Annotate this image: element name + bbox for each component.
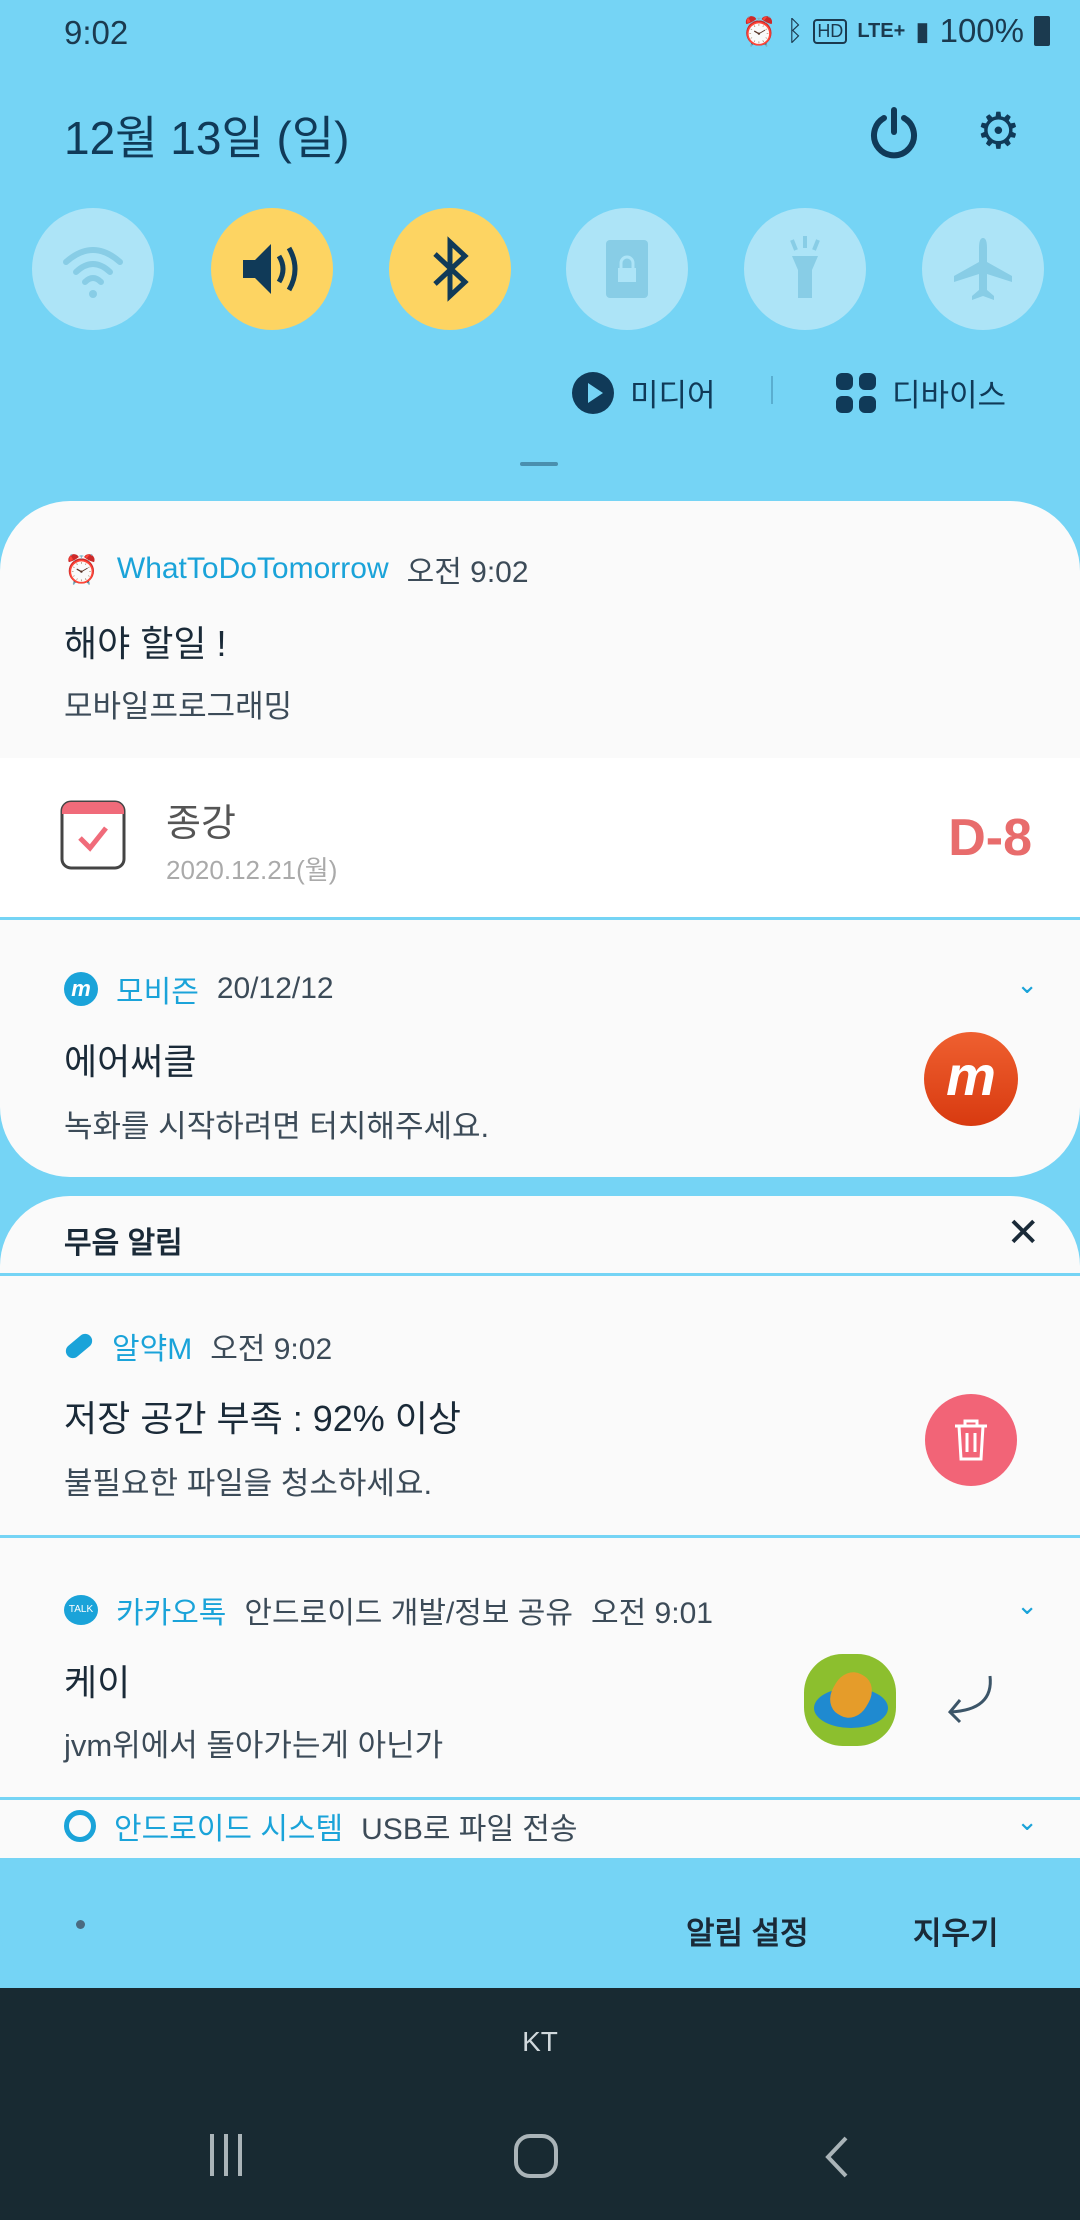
devices-label: 디바이스 xyxy=(892,378,1007,413)
toggle-screen-lock[interactable] xyxy=(566,208,688,330)
chat-room: 안드로이드 개발/정보 공유 xyxy=(244,1597,574,1630)
airplane-icon xyxy=(954,238,1012,300)
app-name: WhatToDoTomorrow xyxy=(116,552,389,585)
notification-title: 해야 할일 ! xyxy=(64,623,227,664)
pill-icon xyxy=(63,1330,95,1362)
notification-title: 케이 xyxy=(64,1662,131,1703)
notification-time: 오전 9:02 xyxy=(406,556,529,589)
silent-header: 무음 알림 xyxy=(64,1227,183,1260)
dday-title: 종강 xyxy=(166,803,236,845)
carrier-label: KT xyxy=(522,2026,558,2057)
play-icon xyxy=(572,371,614,414)
power-icon xyxy=(871,107,917,159)
toggle-wifi[interactable] xyxy=(32,208,154,330)
divider xyxy=(0,917,1080,920)
notification-text: jvm위에서 돌아가는게 아닌가 xyxy=(64,1728,444,1763)
battery-icon xyxy=(1034,16,1050,46)
notification-time: 20/12/12 xyxy=(216,972,334,1005)
recents-button[interactable] xyxy=(210,2134,242,2176)
bluetooth-icon xyxy=(433,236,469,302)
signal-icon: ▮ xyxy=(915,15,930,46)
mobizen-logo: m xyxy=(924,1032,1018,1126)
chevron-down-icon[interactable]: ⌄ xyxy=(1016,1806,1038,1837)
app-name: 모비즌 xyxy=(116,976,199,1009)
app-name: 안드로이드 시스템 xyxy=(114,1813,344,1846)
app-name: 알약M xyxy=(112,1333,193,1366)
dday-date: 2020.12.21(월) xyxy=(166,855,338,885)
media-button[interactable]: 미디어 xyxy=(572,370,716,415)
sender-avatar xyxy=(804,1654,896,1746)
kakaotalk-icon: TALK xyxy=(64,1595,98,1625)
android-system-icon xyxy=(64,1810,96,1842)
settings-button[interactable]: ⚙ xyxy=(976,106,1026,156)
battery-percent: 100% xyxy=(939,12,1024,49)
devices-button[interactable]: 디바이스 xyxy=(836,370,1006,415)
mobizen-icon: m xyxy=(64,972,98,1006)
drag-handle[interactable] xyxy=(520,462,558,466)
close-icon[interactable]: ✕ xyxy=(1006,1210,1040,1256)
divider xyxy=(0,1535,1080,1538)
notification-text: USB로 파일 전송 xyxy=(361,1813,578,1846)
divider xyxy=(0,1273,1080,1276)
page-indicator xyxy=(76,1920,85,1929)
sound-icon xyxy=(243,244,298,294)
devices-icon xyxy=(836,372,876,413)
notification-title: 에어써클 xyxy=(64,1041,197,1082)
app-name: 카카오톡 xyxy=(116,1597,227,1630)
calendar-icon xyxy=(60,800,126,870)
hd-voice-icon: HD xyxy=(813,18,848,44)
dday-widget[interactable]: 종강 2020.12.21(월) D-8 xyxy=(0,758,1080,918)
screen-lock-icon xyxy=(606,240,648,298)
notification-settings-button[interactable]: 알림 설정 xyxy=(686,1908,809,1953)
notification-text: 녹화를 시작하려면 터치해주세요. xyxy=(64,1109,490,1144)
back-button[interactable] xyxy=(822,2134,852,2180)
navigation-bar-bg xyxy=(0,1988,1080,2220)
clear-button[interactable]: 지우기 xyxy=(913,1908,999,1953)
wifi-icon xyxy=(63,247,123,298)
alarm-check-icon: ⏰ xyxy=(64,553,99,585)
date-label: 12월 13일 (일) xyxy=(64,112,350,164)
toggle-sound[interactable] xyxy=(211,208,333,330)
chevron-down-icon[interactable]: ⌄ xyxy=(1016,1590,1038,1621)
clean-button[interactable] xyxy=(925,1394,1017,1486)
media-label: 미디어 xyxy=(630,378,716,413)
gear-icon: ⚙ xyxy=(976,103,1021,159)
trash-icon xyxy=(955,1419,987,1461)
status-icons: ⏰ ᛒ HD LTE+ ▮ 100% xyxy=(742,12,1050,50)
toggle-airplane[interactable] xyxy=(922,208,1044,330)
notification-text: 모바일프로그래밍 xyxy=(64,689,293,724)
notification-title: 저장 공간 부족 : 92% 이상 xyxy=(64,1398,462,1439)
alarm-icon: ⏰ xyxy=(741,15,777,47)
flashlight-icon xyxy=(790,236,820,298)
notification-group: ⏰ WhatToDoTomorrow 오전 9:02 해야 할일 ! 모바일프로그래… xyxy=(0,501,1080,1177)
reply-icon[interactable] xyxy=(944,1674,1000,1724)
toggle-bluetooth[interactable] xyxy=(389,208,511,330)
lte-icon: LTE+ xyxy=(857,19,906,42)
silent-notifications: 무음 알림 ✕ 알약M 오전 9:02 저장 공간 부족 : 92% 이상 불필요… xyxy=(0,1196,1080,1858)
toggle-flashlight[interactable] xyxy=(744,208,866,330)
divider xyxy=(0,1797,1080,1800)
bluetooth-icon: ᛒ xyxy=(786,15,804,46)
notification-time: 오전 9:01 xyxy=(591,1597,713,1630)
chevron-down-icon[interactable]: ⌄ xyxy=(1016,969,1038,1000)
divider xyxy=(771,376,773,404)
dday-count: D-8 xyxy=(948,809,1032,867)
status-time: 9:02 xyxy=(64,14,129,51)
panel-footer: 알림 설정 지우기 xyxy=(0,1858,1080,1988)
notification-text: 불필요한 파일을 청소하세요. xyxy=(64,1466,433,1501)
home-button[interactable] xyxy=(514,2134,558,2178)
notification-time: 오전 9:02 xyxy=(210,1333,333,1366)
power-button[interactable] xyxy=(866,104,922,160)
